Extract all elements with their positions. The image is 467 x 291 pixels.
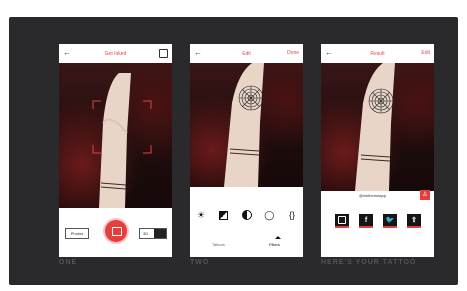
edit-button[interactable]: Edit [421, 50, 430, 56]
active-tab-indicator [275, 236, 281, 239]
caption-three: HERE'S YOUR TATTOO [321, 259, 417, 266]
phone-screen-one: ← Get Inked Photos 3D [59, 44, 172, 257]
back-arrow-icon[interactable]: ← [63, 48, 71, 58]
user-handle: @inkthemeapp [359, 193, 386, 198]
tattoo-preview [190, 63, 303, 187]
photos-button[interactable]: Photos [65, 228, 89, 239]
top-bar: ← Edit Done [190, 44, 303, 63]
tab-tattoos[interactable]: Tattoos [212, 242, 225, 247]
camera-icon [112, 227, 122, 236]
screen-title: Edit [242, 50, 251, 57]
contrast-icon[interactable] [240, 209, 254, 221]
tab-bar: Tattoos Filters [190, 236, 303, 251]
saturation-icon[interactable]: ◯ [262, 209, 276, 221]
caption-two: TWO [190, 259, 210, 266]
share-icon[interactable]: ⇧ [407, 214, 421, 228]
brightness-icon[interactable]: ☀ [194, 209, 208, 221]
toggle-label: 3D [143, 231, 149, 236]
showcase-stage: ← Get Inked Photos 3D ← Edit Done ☀ ◯ {}… [9, 17, 458, 285]
shutter-button[interactable] [105, 220, 127, 242]
camera-controls: Photos 3D [59, 208, 172, 257]
phone-screen-three: ← Result Edit @inkthemeapp ♙ f 🐦 ⇧ [321, 44, 434, 257]
filter-panel: ☀ ◯ {} Tattoos Filters [190, 187, 303, 257]
back-arrow-icon[interactable]: ← [325, 48, 333, 58]
user-strip: @inkthemeapp ♙ [321, 190, 434, 200]
share-buttons: f 🐦 ⇧ [335, 214, 421, 228]
camera-switch-icon[interactable] [159, 49, 168, 58]
exposure-icon[interactable] [217, 209, 231, 221]
facebook-icon[interactable]: f [359, 214, 373, 228]
curves-icon[interactable]: {} [285, 209, 299, 221]
top-bar: ← Result Edit [321, 44, 434, 63]
tab-filters[interactable]: Filters [269, 242, 280, 247]
filter-toolbar: ☀ ◯ {} [194, 209, 299, 221]
top-bar: ← Get Inked [59, 44, 172, 63]
share-panel: f 🐦 ⇧ [321, 200, 434, 257]
result-image [321, 63, 434, 191]
3d-toggle[interactable]: 3D [139, 228, 167, 239]
camera-preview [59, 63, 172, 208]
back-arrow-icon[interactable]: ← [194, 48, 202, 58]
toggle-knob [154, 229, 166, 238]
screen-title: Get Inked [104, 50, 127, 57]
instagram-icon[interactable] [335, 214, 349, 228]
caption-one: ONE [59, 259, 78, 266]
twitter-icon[interactable]: 🐦 [383, 214, 397, 228]
phone-screen-two: ← Edit Done ☀ ◯ {} Tattoos Filters [190, 44, 303, 257]
done-button[interactable]: Done [287, 50, 299, 56]
screen-title: Result [370, 50, 385, 57]
profile-icon[interactable]: ♙ [420, 190, 430, 200]
